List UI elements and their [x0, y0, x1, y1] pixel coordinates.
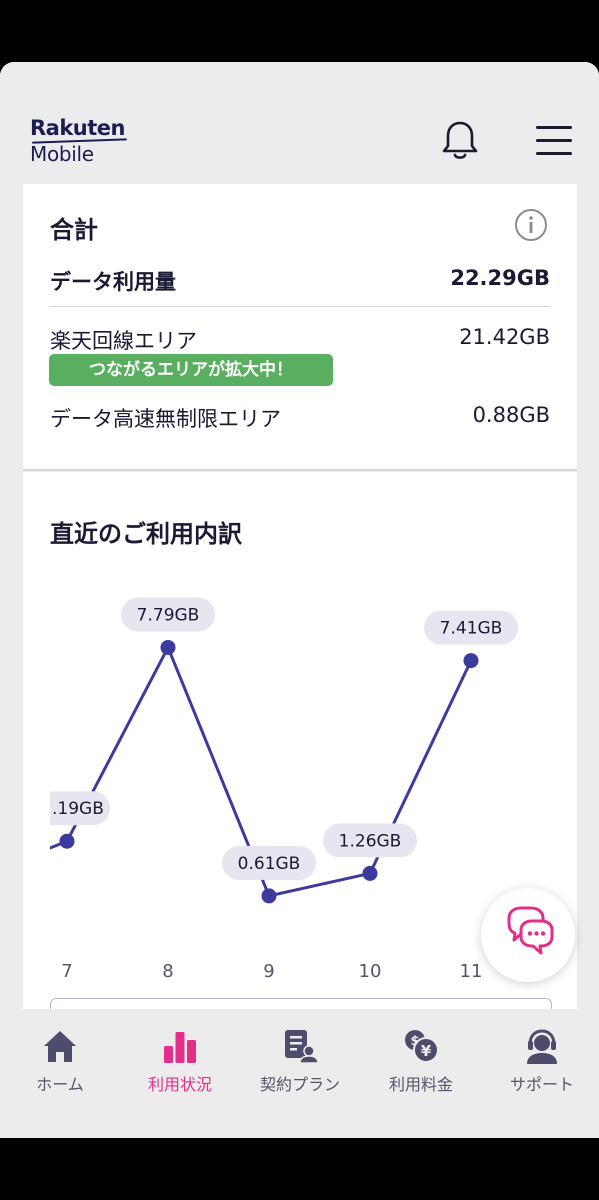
- nav-home[interactable]: ホーム: [0, 1009, 120, 1138]
- rakuten-area-value: 21.42GB: [459, 325, 550, 349]
- summary-title: 合計: [50, 216, 98, 244]
- rakuten-area-label: 楽天回線エリア: [50, 329, 197, 353]
- data-label: .19GB: [50, 791, 110, 826]
- bottom-navigation: ホーム 利用状況 契約プラン $ ¥ 利用料金 サポート: [0, 1009, 599, 1138]
- support-agent-icon: [527, 1029, 557, 1064]
- data-usage-label: データ利用量: [50, 270, 176, 294]
- summary-card: 合計 データ利用量 22.29GB 楽天回線エリア 21.42GB つながるエリ…: [23, 184, 577, 471]
- info-icon[interactable]: [514, 208, 548, 242]
- bar-chart-icon: [164, 1032, 196, 1063]
- data-point[interactable]: [160, 639, 176, 655]
- x-tick-label: 10: [359, 961, 382, 982]
- data-usage-value: 22.29GB: [450, 266, 550, 290]
- nav-usage-label: 利用状況: [147, 1075, 212, 1094]
- area-expanding-badge[interactable]: つながるエリアが拡大中！: [49, 354, 333, 386]
- unlimited-area-label: データ高速無制限エリア: [50, 407, 281, 431]
- data-label-text: 0.61GB: [238, 854, 301, 874]
- data-point[interactable]: [362, 865, 378, 881]
- logo-rakuten-text: Rakuten: [30, 116, 126, 140]
- data-label-text: 7.79GB: [137, 605, 200, 625]
- x-tick-label: 8: [162, 961, 173, 982]
- nav-plan-label: 契約プラン: [259, 1075, 340, 1094]
- chat-button[interactable]: [481, 888, 575, 982]
- svg-text:¥: ¥: [421, 1042, 432, 1060]
- home-icon: [44, 1031, 76, 1062]
- app-header: Rakuten Mobile: [0, 62, 599, 184]
- nav-support-label: サポート: [509, 1075, 574, 1094]
- x-tick-label: 7: [61, 961, 72, 982]
- unlimited-area-value: 0.88GB: [472, 403, 550, 427]
- data-point[interactable]: [463, 653, 479, 669]
- data-label-text: 7.41GB: [440, 619, 503, 639]
- x-tick-label: 11: [460, 961, 483, 982]
- data-label: 0.61GB: [222, 845, 316, 880]
- nav-plan[interactable]: 契約プラン: [240, 1009, 360, 1138]
- data-label: 7.41GB: [424, 610, 518, 645]
- nav-usage[interactable]: 利用状況: [120, 1009, 240, 1138]
- chat-bubbles-icon: [507, 906, 554, 955]
- hamburger-menu-icon[interactable]: [536, 124, 574, 156]
- app-screen: Rakuten Mobile 合計 データ利用量 22.29GB 楽天回線エリア…: [0, 62, 599, 1138]
- data-label-text: 1.26GB: [339, 831, 402, 851]
- rakuten-mobile-logo[interactable]: Rakuten Mobile: [30, 116, 126, 167]
- logo-mobile-text: Mobile: [30, 142, 94, 166]
- nav-fee[interactable]: $ ¥ 利用料金: [361, 1009, 481, 1138]
- nav-support[interactable]: サポート: [482, 1009, 599, 1138]
- data-label-text: .19GB: [52, 799, 104, 819]
- bell-icon[interactable]: [440, 120, 480, 162]
- main-content[interactable]: 合計 データ利用量 22.29GB 楽天回線エリア 21.42GB つながるエリ…: [0, 184, 599, 1009]
- data-label: 7.79GB: [121, 597, 215, 632]
- summary-divider: [50, 306, 550, 307]
- x-tick-label: 9: [263, 961, 274, 982]
- yen-coins-icon: $ ¥: [405, 1030, 439, 1063]
- data-point[interactable]: [261, 888, 277, 904]
- nav-fee-label: 利用料金: [388, 1075, 453, 1094]
- data-label: 1.26GB: [323, 823, 417, 858]
- nav-home-label: ホーム: [36, 1075, 84, 1094]
- data-point[interactable]: [59, 833, 75, 849]
- contract-icon: [285, 1030, 319, 1064]
